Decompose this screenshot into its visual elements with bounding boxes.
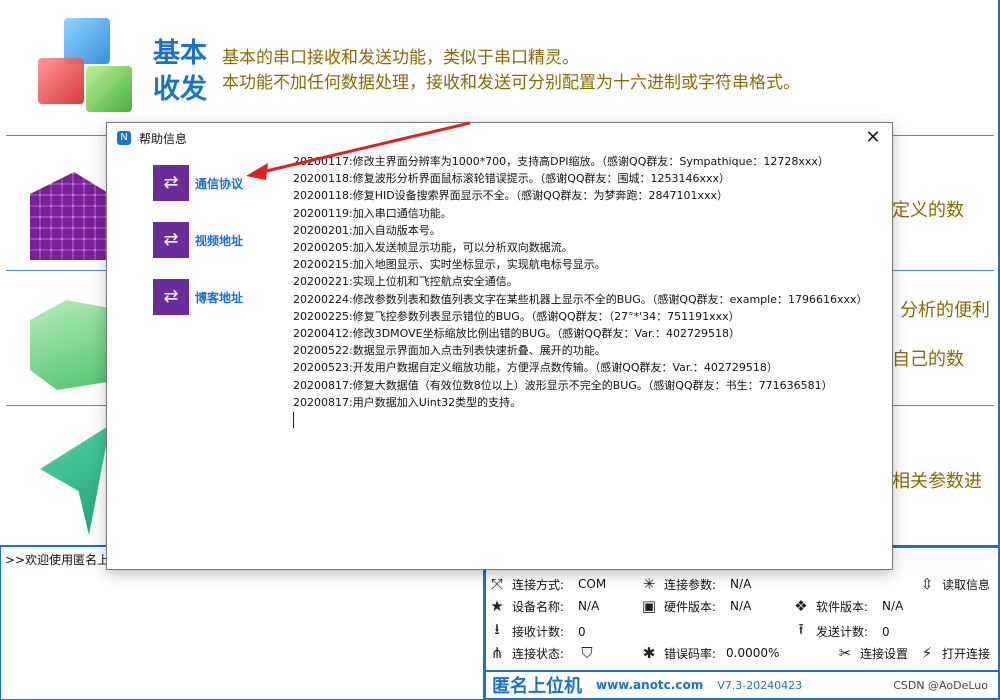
- feature-desc-snippet: 分析的便利: [900, 300, 990, 321]
- swap-arrows-icon: ⇄: [153, 279, 189, 315]
- nav-blog[interactable]: ⇄ 博客地址: [153, 279, 243, 315]
- conn-settings-button[interactable]: ✂ 连接设置: [836, 644, 908, 662]
- device-name-label: 设备名称:: [512, 599, 565, 614]
- download-icon: ⭳: [494, 620, 500, 638]
- watermark: CSDN @AoDeLuo: [893, 679, 988, 692]
- green-cube-icon: [86, 66, 132, 112]
- read-info-label: 读取信息: [942, 577, 991, 592]
- swap-arrows-icon: ⇄: [153, 165, 189, 201]
- connection-params-label: 连接参数:: [664, 577, 717, 592]
- error-rate: ✱ 错误码率: 0.0000%: [640, 644, 780, 662]
- swap-arrows-icon: ⇄: [153, 222, 189, 258]
- connection-params: ✳ 连接参数: N/A: [640, 575, 752, 593]
- hw-version-label: 硬件版本:: [664, 599, 717, 614]
- brand-url[interactable]: www.anotc.com: [596, 678, 703, 692]
- sw-version-value: N/A: [882, 599, 904, 613]
- conn-state-label: 连接状态:: [512, 646, 565, 661]
- rx-count-label: 接收计数:: [512, 625, 565, 639]
- device-name-value: N/A: [578, 599, 600, 613]
- close-button[interactable]: ✕: [862, 127, 884, 149]
- dialog-titlebar[interactable]: N 帮助信息: [107, 123, 892, 153]
- read-info-button[interactable]: ⇳ 读取信息: [918, 575, 990, 593]
- feature-desc-line2: 本功能不加任何数据处理，接收和发送可分别配置为十六进制或字符串格式。: [222, 73, 800, 93]
- nav-video-label: 视频地址: [195, 233, 244, 248]
- changelog-text[interactable]: 20200117:修改主界面分辨率为1000*700，支持高DPI缩放。（感谢Q…: [293, 153, 873, 411]
- error-rate-label: 错误码率:: [664, 646, 717, 661]
- paper-plane-icon: [40, 425, 110, 535]
- feature-desc-snippet: 自己的数: [892, 349, 964, 370]
- changelog-line: 20200118:修复波形分析界面鼠标滚轮错误提示。（感谢QQ群友：围城：125…: [293, 172, 731, 186]
- hw-version: ▣ 硬件版本: N/A: [640, 597, 751, 615]
- rx-count-value: 0: [578, 624, 586, 639]
- bug-icon: ✱: [642, 644, 656, 662]
- device-name: ★ 设备名称: N/A: [488, 597, 599, 615]
- cubes-logo: [30, 14, 132, 124]
- app-logo-icon: N: [117, 131, 131, 145]
- chevron-updown-icon: ⇳: [920, 575, 934, 593]
- connection-icon: ⤧: [490, 575, 503, 593]
- lightning-icon: ⚡: [921, 644, 933, 662]
- changelog-line: 20200522:数据显示界面加入点击列表快速折叠、展开的功能。: [293, 344, 606, 358]
- connection-mode: ⤧ 连接方式: COM: [488, 575, 606, 593]
- star-icon: ★: [490, 597, 504, 615]
- nav-protocol-label: 通信协议: [195, 176, 244, 191]
- sparkle-icon: ✳: [642, 575, 656, 593]
- nav-blog-label: 博客地址: [195, 290, 244, 305]
- help-dialog: N 帮助信息 ✕ ⇄ 通信协议 ⇄ 视频地址 ⇄ 博客地址 20200117:修…: [106, 122, 893, 570]
- feature-description: 基本的串口接收和发送功能，类似于串口精灵。 本功能不加任何数据处理，接收和发送可…: [222, 46, 800, 96]
- feature-desc-snippet: 定义的数: [892, 200, 964, 221]
- chip-icon: ▣: [641, 597, 657, 615]
- tx-count-value: 0: [882, 624, 890, 639]
- changelog-line: 20200117:修改主界面分辨率为1000*700，支持高DPI缩放。（感谢Q…: [293, 155, 829, 168]
- log-text: >>欢迎使用匿名上位: [5, 553, 122, 567]
- tx-count: ⭱ 发送计数: 0: [792, 619, 890, 644]
- changelog-line: 20200523:开发用户数据自定义缩放功能，方便浮点数传输。（感谢QQ群友：V…: [293, 361, 778, 375]
- brand-name: 匿名上位机: [492, 676, 582, 697]
- text-cursor: [293, 412, 294, 428]
- feature-desc-line1: 基本的串口接收和发送功能，类似于串口精灵。: [222, 48, 579, 68]
- open-connection-button[interactable]: ⚡ 打开连接: [918, 644, 990, 662]
- connection-mode-label: 连接方式:: [512, 577, 565, 592]
- changelog-line: 20200225:修复飞控参数列表显示错位的BUG。（感谢QQ群友：（27°*'…: [293, 309, 740, 323]
- sw-version-label: 软件版本:: [816, 599, 869, 614]
- changelog-line: 20200215:加入地图显示、实时坐标显示，实现航电标号显示。: [293, 258, 606, 272]
- nav-protocol[interactable]: ⇄ 通信协议: [153, 165, 243, 201]
- sw-version: ❖ 软件版本: N/A: [792, 597, 903, 615]
- changelog-line: 20200201:加入自动版本号。: [293, 223, 441, 237]
- hw-version-value: N/A: [730, 599, 752, 613]
- upload-icon: ⭱: [798, 620, 804, 638]
- changelog-line: 20200205:加入发送帧显示功能，可以分析双向数据流。: [293, 241, 573, 255]
- conn-state: ⋔ 连接状态: ⛉: [488, 644, 596, 662]
- changelog-line: 20200221:实现上位机和飞控航点安全通信。: [293, 275, 518, 289]
- connection-params-value: N/A: [730, 577, 752, 591]
- open-conn-label: 打开连接: [942, 646, 991, 661]
- tx-count-label: 发送计数:: [816, 625, 869, 639]
- changelog-line: 20200817:修复大数据值（有效位数8位以上）波形显示不完全的BUG。（感谢…: [293, 378, 833, 392]
- changelog-line: 20200118:修复HID设备搜索界面显示不全。（感谢QQ群友：为梦奔跑：28…: [293, 189, 729, 203]
- feature-title[interactable]: 基本收发: [153, 36, 213, 108]
- version-label: V7.3-20240423: [717, 678, 803, 692]
- rx-count: ⭳ 接收计数: 0: [488, 619, 586, 644]
- connection-mode-value: COM: [578, 577, 607, 591]
- error-rate-value: 0.0000%: [726, 646, 780, 660]
- share-icon: ⋔: [490, 644, 504, 662]
- changelog-line: 20200119:加入串口通信功能。: [293, 206, 452, 220]
- changelog-line: 20200224:修改参数列表和数值列表文字在某些机器上显示不全的BUG。（感谢…: [293, 292, 868, 306]
- purple-grid-icon: [30, 172, 110, 260]
- feature-desc-snippet: 相关参数进: [892, 471, 982, 492]
- cubes-icon: ❖: [794, 597, 808, 615]
- changelog-line: 20200817:用户数据加入Uint32类型的支持。: [293, 395, 522, 409]
- nav-video[interactable]: ⇄ 视频地址: [153, 222, 243, 258]
- changelog-line: 20200412:修改3DMOVE坐标缩放比例出错的BUG。（感谢QQ群友：Va…: [293, 327, 740, 341]
- red-cube-icon: [38, 58, 84, 104]
- dialog-title: 帮助信息: [139, 131, 188, 146]
- tools-icon: ✂: [838, 644, 852, 662]
- conn-settings-label: 连接设置: [860, 646, 909, 661]
- shield-off-icon: ⛉: [581, 644, 593, 662]
